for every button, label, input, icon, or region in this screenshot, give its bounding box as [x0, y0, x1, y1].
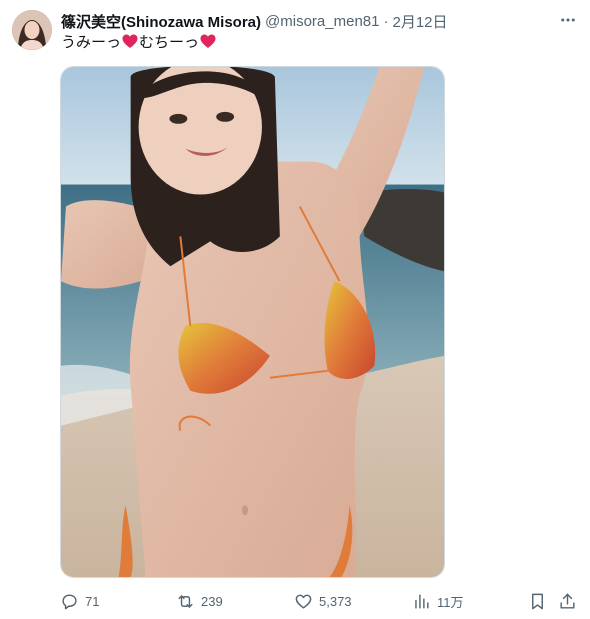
heart-icon	[295, 594, 312, 609]
views-count: 11万	[437, 594, 464, 610]
retweet-icon	[178, 594, 193, 608]
reply-button[interactable]: 71	[60, 589, 99, 613]
more-dots-icon	[561, 18, 575, 22]
tweet-actions: 71 239 5,373 11万	[56, 589, 586, 613]
tweet-text-part2: むちーっ	[139, 34, 200, 51]
author-display-name[interactable]: 篠沢美空(Shinozawa Misora)	[61, 11, 261, 32]
like-count: 5,373	[319, 593, 352, 609]
share-icon	[560, 593, 575, 609]
tweet-header: 篠沢美空(Shinozawa Misora) @misora_men81 · 2…	[61, 11, 448, 31]
reply-count: 71	[85, 593, 100, 609]
tweet-date[interactable]: 2月12日	[392, 11, 447, 32]
retweet-button[interactable]: 239	[176, 589, 223, 613]
separator-dot: ·	[383, 12, 389, 30]
beach-photo-icon	[61, 67, 444, 577]
tweet-text: うみーっ むちーっ	[61, 33, 217, 53]
retweet-count: 239	[201, 593, 223, 609]
bookmark-icon	[532, 593, 543, 609]
tweet-card[interactable]: 篠沢美空(Shinozawa Misora) @misora_men81 · 2…	[0, 0, 590, 619]
more-options-button[interactable]	[556, 10, 580, 30]
profile-photo-icon	[12, 10, 52, 50]
views-button[interactable]: 11万	[412, 589, 464, 613]
heart-emoji-icon	[122, 34, 138, 48]
bookmark-button[interactable]	[528, 589, 547, 613]
like-button[interactable]: 5,373	[294, 589, 352, 613]
reply-icon	[62, 593, 77, 609]
tweet-text-part1: うみーっ	[61, 34, 122, 51]
author-handle[interactable]: @misora_men81	[265, 13, 379, 30]
avatar[interactable]	[12, 10, 52, 50]
tweet-photo[interactable]	[60, 66, 445, 578]
share-button[interactable]	[558, 589, 577, 613]
views-chart-icon	[415, 593, 429, 609]
heart-emoji-icon	[200, 34, 216, 48]
